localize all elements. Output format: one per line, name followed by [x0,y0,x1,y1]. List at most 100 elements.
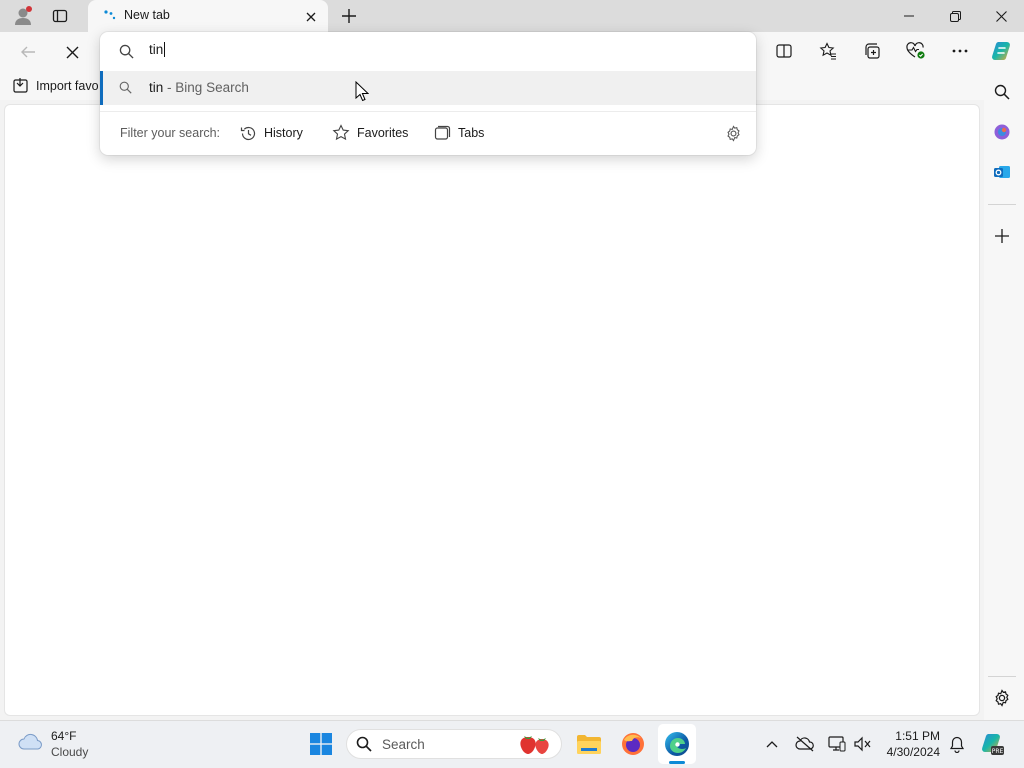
restore-button[interactable] [932,0,978,32]
sidebar-divider [988,676,1016,677]
outlook-icon [994,166,1010,178]
tab-close-button[interactable] [302,8,320,26]
filter-history-button[interactable]: History [240,122,303,144]
start-button[interactable] [306,728,336,760]
import-favorites-label: Import favo [36,79,99,93]
suggestion-text: tin - Bing Search [149,80,249,95]
windows-logo-icon [310,733,332,755]
minimize-icon [904,15,914,17]
strawberry-icon [520,736,549,754]
folder-icon [577,735,601,754]
edge-active-indicator [669,761,685,764]
firefox-icon [622,733,644,755]
sidebar-divider [988,204,1016,205]
star-icon [332,124,350,141]
tab-title: New tab [124,8,170,22]
favorites-star-icon [819,42,836,60]
split-screen-icon [776,44,792,58]
bell-icon [949,736,965,753]
filter-favorites-button[interactable]: Favorites [332,122,408,144]
suggestion-query: tin [149,80,164,95]
history-icon [240,126,256,140]
import-favorites-button[interactable]: Import favo [12,76,99,96]
loading-icon [104,10,116,20]
gear-icon [726,124,740,142]
cloud-icon [18,733,42,750]
svg-text:PRE: PRE [992,748,1004,755]
close-icon [306,12,316,22]
copilot-icon [992,42,1010,60]
sound-button[interactable] [852,734,874,754]
edge-icon [665,732,689,756]
sidebar-outlook-button[interactable] [986,156,1018,188]
tab-actions-icon [52,9,68,23]
copilot-button[interactable] [986,35,1018,67]
onedrive-status-button[interactable] [794,734,816,754]
monitor-icon [828,736,846,752]
more-icon [952,49,968,53]
plus-icon [995,229,1009,243]
file-explorer-button[interactable] [572,726,606,762]
profile-icon [15,6,32,25]
profile-button[interactable] [8,2,38,30]
taskbar-search-label: Search [382,737,425,752]
collections-icon [865,43,880,59]
tabs-icon [434,125,451,140]
gear-icon [995,689,1009,707]
close-icon [66,46,78,58]
stop-loading-button[interactable] [56,36,88,68]
tab-actions-button[interactable] [46,4,74,28]
heart-pulse-icon [906,42,925,59]
suggestion-settings-button[interactable] [722,122,744,144]
split-screen-button[interactable] [768,35,800,67]
copilot-icon: PRE [982,734,1004,755]
filter-tabs-button[interactable]: Tabs [434,122,484,144]
search-icon [994,84,1010,100]
speaker-muted-icon [854,736,871,752]
weather-temperature: 64°F [51,729,77,743]
search-icon [119,81,132,94]
close-window-button[interactable] [978,0,1024,32]
show-hidden-icons-button[interactable] [762,734,782,754]
filter-tabs-label: Tabs [458,126,485,140]
notifications-button[interactable] [946,734,968,754]
minimize-button[interactable] [886,0,932,32]
cloud-offline-icon [795,736,814,752]
suggestion-separator: - [167,80,172,95]
firefox-button[interactable] [616,726,650,762]
sidebar-office-button[interactable] [986,116,1018,148]
display-button[interactable] [826,734,848,754]
sidebar-search-button[interactable] [986,76,1018,108]
edge-button[interactable] [658,724,696,764]
import-icon [13,78,28,93]
filter-divider [100,111,756,112]
weather-description: Cloudy [51,745,89,759]
new-tab-button[interactable] [336,4,362,28]
page-content [4,104,980,716]
filter-history-label: History [264,126,303,140]
sidebar-settings-button[interactable] [986,682,1018,714]
plus-icon [342,9,356,23]
address-input[interactable]: tin [149,42,166,57]
collections-button[interactable] [856,35,888,67]
favorites-button[interactable] [812,35,844,67]
taskbar-copilot-button[interactable]: PRE [978,730,1006,758]
filter-label: Filter your search: [120,126,221,140]
mouse-cursor-icon [355,81,369,102]
browser-essentials-button[interactable] [900,35,932,67]
close-icon [995,10,1007,22]
restore-icon [949,10,961,22]
text-cursor [164,42,166,57]
clock-time: 1:51 PM [895,729,940,743]
address-input-value: tin [149,42,164,57]
back-button[interactable] [12,36,44,68]
suggestion-highlight-bar [100,71,103,105]
search-icon [356,736,372,752]
filter-favorites-label: Favorites [357,126,409,140]
back-arrow-icon [21,46,35,58]
settings-more-button[interactable] [944,35,976,67]
search-icon [119,44,134,59]
sidebar-add-button[interactable] [986,220,1018,252]
chevron-up-icon [766,741,778,748]
address-bar-dropdown: tin tin - Bing Search Filter your search… [100,32,756,155]
